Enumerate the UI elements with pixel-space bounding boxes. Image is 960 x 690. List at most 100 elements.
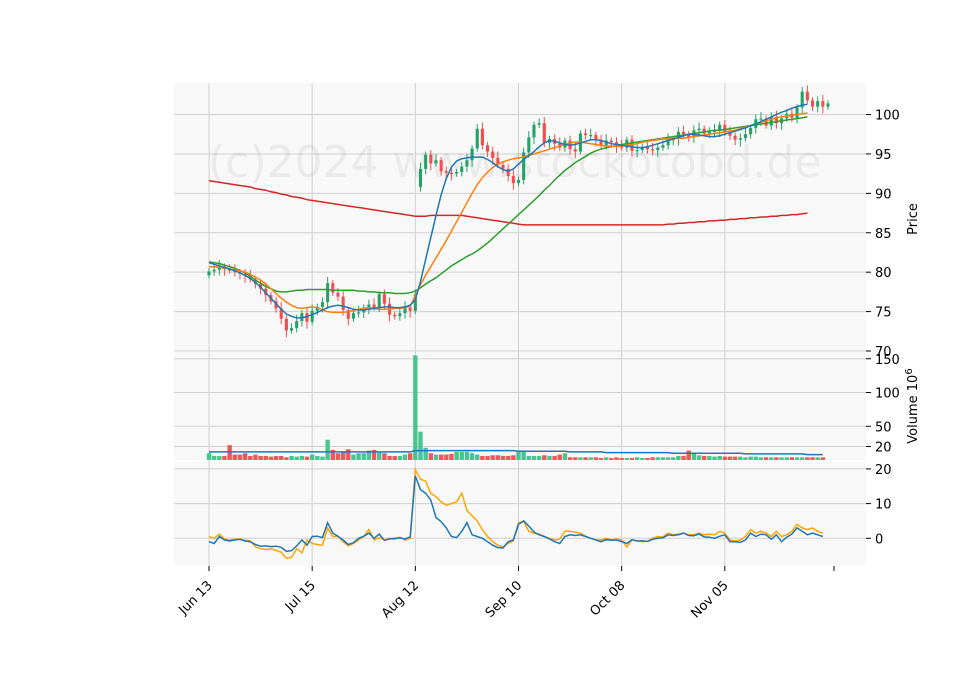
- volume-bar: [794, 457, 800, 460]
- candle-body: [810, 100, 815, 107]
- volume-bar: [211, 455, 217, 460]
- volume-bar: [433, 454, 439, 460]
- candle-body: [743, 134, 748, 139]
- volume-bar: [222, 455, 227, 460]
- volume-bar: [438, 454, 444, 460]
- candle-body: [444, 171, 448, 173]
- volume-bar: [738, 456, 743, 460]
- volume-bar: [413, 355, 418, 460]
- volume-bar: [686, 450, 691, 460]
- osc-tick-label: 0: [875, 532, 883, 547]
- candle-body: [516, 179, 521, 184]
- volume-bar: [624, 457, 630, 460]
- volume-bar: [562, 453, 568, 460]
- candle-body: [475, 128, 479, 149]
- volume-bar: [299, 455, 305, 460]
- candle-body: [320, 302, 325, 307]
- volume-bar: [691, 453, 697, 460]
- price-axis-label: Price: [906, 203, 921, 235]
- candle-body: [805, 91, 809, 101]
- volume-bar: [480, 455, 485, 460]
- candle-body: [331, 283, 335, 293]
- candle-body: [429, 154, 433, 164]
- volume-bar: [217, 455, 222, 460]
- price-tick-label: 85: [875, 227, 892, 242]
- volume-bar: [459, 451, 464, 460]
- volume-bar: [671, 457, 676, 460]
- volume-bar: [769, 457, 774, 460]
- volume-bar: [500, 455, 506, 460]
- volume-bar: [763, 457, 769, 460]
- volume-tick-label: 20: [875, 441, 892, 456]
- volume-bar: [645, 457, 650, 460]
- volume-bar: [268, 456, 274, 460]
- candle-body: [826, 103, 830, 107]
- volume-bar: [598, 457, 604, 460]
- volume-bar: [464, 451, 470, 460]
- volume-bar: [361, 453, 366, 460]
- candle-body: [434, 160, 438, 164]
- candle-body: [284, 318, 288, 331]
- candle-body: [584, 133, 588, 136]
- candle-body: [455, 172, 459, 174]
- volume-bar: [542, 455, 547, 460]
- candle-body: [310, 310, 314, 322]
- volume-bar: [428, 453, 434, 460]
- candle-body: [795, 107, 799, 118]
- volume-bar: [248, 455, 253, 460]
- volume-bar: [304, 456, 310, 460]
- x-tick-label: Nov 05: [688, 578, 731, 621]
- candle-body: [821, 101, 825, 107]
- volume-bar: [526, 455, 532, 460]
- candle-body: [393, 314, 397, 317]
- volume-bar: [418, 431, 423, 460]
- osc-tick-label: 20: [875, 463, 892, 478]
- candle-body: [656, 147, 660, 150]
- volume-bar: [753, 456, 758, 460]
- volume-bar: [392, 455, 397, 460]
- candle-body: [707, 131, 711, 134]
- price-tick-label: 80: [875, 266, 892, 281]
- volume-bar: [485, 455, 490, 460]
- volume-bar: [774, 457, 779, 460]
- candle-body: [305, 313, 309, 322]
- volume-bar: [681, 455, 686, 460]
- volume-bar: [660, 457, 666, 460]
- candle-body: [527, 137, 531, 153]
- volume-bar: [531, 455, 537, 460]
- volume-bar: [423, 447, 428, 460]
- candle-body: [382, 294, 386, 304]
- volume-bar: [665, 457, 671, 460]
- candle-body: [651, 149, 655, 151]
- candle-body: [341, 296, 345, 311]
- candle-body: [357, 312, 361, 314]
- x-tick-label: Aug 12: [379, 578, 422, 621]
- volume-bar: [712, 456, 717, 460]
- stock-chart: (c)2024 www.stockotobd.de Jun 13 Jul 15 Au…: [174, 83, 921, 621]
- candle-body: [682, 131, 686, 135]
- volume-bar: [284, 457, 289, 460]
- volume-bar: [521, 451, 526, 460]
- volume-bar: [356, 453, 361, 460]
- candle-body: [573, 149, 577, 152]
- volume-bar: [640, 457, 645, 460]
- volume-bar: [495, 455, 501, 460]
- volume-bar: [536, 455, 542, 460]
- candle-body: [589, 135, 593, 137]
- volume-bar: [727, 456, 733, 460]
- candle-body: [372, 304, 376, 308]
- volume-bar: [387, 455, 392, 460]
- candle-body: [635, 150, 639, 152]
- volume-bar: [294, 456, 299, 460]
- volume-bar: [377, 451, 382, 460]
- candle-body: [491, 151, 495, 158]
- candle-body: [749, 127, 753, 135]
- candle-body: [542, 123, 546, 143]
- volume-bar: [573, 457, 578, 460]
- volume-bar: [567, 457, 573, 460]
- volume-bar: [578, 457, 583, 460]
- volume-bar: [629, 457, 635, 460]
- candle-body: [295, 321, 299, 329]
- candle-body: [511, 176, 515, 184]
- volume-bar: [206, 453, 212, 460]
